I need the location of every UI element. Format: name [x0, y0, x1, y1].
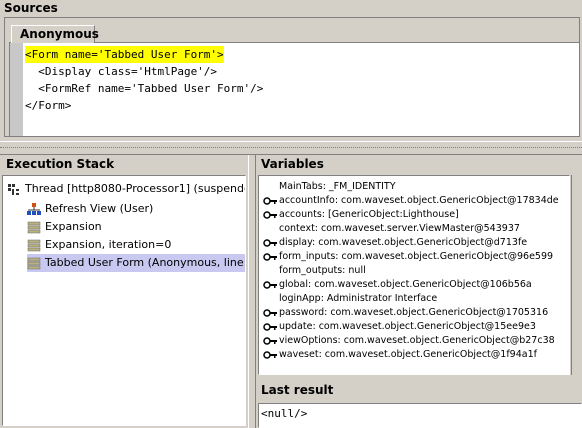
source-editor[interactable]: <Form name='Tabbed User Form'> <Display …	[9, 42, 579, 136]
stack-frame-icon	[27, 257, 41, 269]
variable-row[interactable]: MainTabs: _FM_IDENTITY	[263, 180, 396, 194]
stack-frame-icon	[27, 239, 41, 251]
last-result-title: Last result	[261, 383, 334, 397]
variable-text: form_inputs: com.waveset.object.GenericO…	[279, 251, 554, 262]
tree-item-label: Expansion, iteration=0	[45, 238, 172, 251]
hierarchy-icon	[27, 202, 41, 215]
variable-row[interactable]: form_inputs: com.waveset.object.GenericO…	[263, 250, 553, 264]
sources-panel: Anonymous <Form name='Tabbed User Form'>…	[4, 17, 580, 137]
variable-text: global: com.waveset.object.GenericObject…	[279, 279, 532, 290]
variables-title: Variables	[261, 157, 324, 171]
variable-text: accounts: [GenericObject:Lighthouse]	[279, 209, 459, 220]
code-line: <Form name='Tabbed User Form'>	[25, 46, 224, 63]
tree-item-label: Refresh View (User)	[45, 202, 154, 215]
variable-text: accountInfo: com.waveset.object.GenericO…	[279, 195, 559, 206]
variable-text: context: com.waveset.server.ViewMaster@5…	[279, 223, 520, 234]
variable-text: display: com.waveset.object.GenericObjec…	[279, 237, 528, 248]
vertical-splitter[interactable]	[248, 155, 256, 428]
code-line: </Form>	[25, 99, 72, 112]
variable-row[interactable]: form_outputs: null	[263, 264, 366, 278]
variable-text: update: com.waveset.object.GenericObject…	[279, 321, 536, 332]
key-icon	[263, 322, 277, 331]
variable-row[interactable]: accountInfo: com.waveset.object.GenericO…	[263, 194, 559, 208]
key-icon	[263, 336, 277, 345]
sources-title: Sources	[4, 1, 58, 15]
variable-text: viewOptions: com.waveset.object.GenericO…	[279, 335, 555, 346]
key-icon	[263, 280, 277, 289]
tree-item-label: Expansion	[45, 220, 102, 233]
variable-row[interactable]: display: com.waveset.object.GenericObjec…	[263, 236, 527, 250]
last-result-value: <null/>	[261, 407, 308, 420]
variable-text: form_outputs: null	[279, 265, 366, 276]
variables-list: MainTabs: _FM_IDENTITY accountInfo: com.w…	[258, 175, 570, 375]
last-result-panel: <null/>	[258, 403, 582, 428]
tab-anonymous[interactable]: Anonymous	[11, 25, 99, 43]
tree-item-expansion-iteration[interactable]: Expansion, iteration=0	[27, 236, 171, 254]
code-line: <FormRef name='Tabbed User Form'/>	[25, 82, 264, 95]
key-icon	[263, 308, 277, 317]
code-line: <Display class='HtmlPage'/>	[25, 65, 218, 78]
key-icon	[263, 350, 277, 359]
key-icon	[263, 196, 277, 205]
variables-scrollbar[interactable]	[571, 175, 582, 375]
stack-frame-icon	[27, 221, 41, 233]
variable-text: loginApp: Administrator Interface	[279, 293, 438, 304]
variable-row[interactable]: password: com.waveset.object.GenericObje…	[263, 306, 548, 320]
variable-row[interactable]: waveset: com.waveset.object.GenericObjec…	[263, 348, 537, 362]
key-icon	[263, 238, 277, 247]
key-icon	[263, 210, 277, 219]
tree-item-label: Tabbed User Form (Anonymous, line: 1) (	[45, 256, 246, 269]
variable-row[interactable]: global: com.waveset.object.GenericObject…	[263, 278, 532, 292]
tree-item-expansion[interactable]: Expansion	[27, 218, 102, 236]
key-icon	[263, 252, 277, 261]
variable-row[interactable]: accounts: [GenericObject:Lighthouse]	[263, 208, 459, 222]
variable-text: waveset: com.waveset.object.GenericObjec…	[279, 349, 537, 360]
tree-item-thread[interactable]: Thread [http8080-Processor1] (suspended)	[7, 180, 246, 198]
variable-row[interactable]: loginApp: Administrator Interface	[263, 292, 437, 306]
tree-item-label: Thread [http8080-Processor1] (suspended)	[25, 182, 246, 195]
variable-row[interactable]: context: com.waveset.server.ViewMaster@5…	[263, 222, 520, 236]
execution-stack-tree: Thread [http8080-Processor1] (suspended)…	[2, 175, 246, 426]
execution-stack-title: Execution Stack	[6, 157, 115, 171]
tree-item-tabbed-user-form[interactable]: Tabbed User Form (Anonymous, line: 1) (	[27, 254, 246, 272]
editor-gutter	[10, 43, 23, 136]
tree-item-refresh-view[interactable]: Refresh View (User)	[27, 200, 153, 218]
thread-icon	[8, 183, 19, 195]
variable-row[interactable]: update: com.waveset.object.GenericObject…	[263, 320, 536, 334]
variable-row[interactable]: viewOptions: com.waveset.object.GenericO…	[263, 334, 555, 348]
variable-text: MainTabs: _FM_IDENTITY	[279, 181, 396, 192]
variable-text: password: com.waveset.object.GenericObje…	[279, 307, 549, 318]
horizontal-splitter[interactable]	[0, 141, 582, 155]
